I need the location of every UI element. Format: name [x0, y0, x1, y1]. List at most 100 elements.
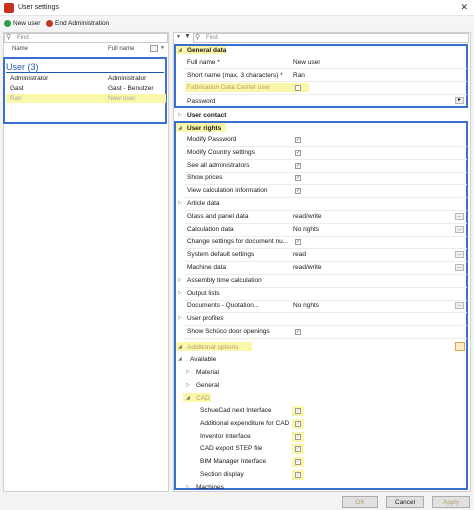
- fabrication-user-checkbox[interactable]: [295, 85, 301, 91]
- cad-option-checkbox[interactable]: ✓: [295, 446, 301, 453]
- right-label: See all administrators: [187, 161, 250, 169]
- apply-button[interactable]: Apply: [432, 496, 470, 508]
- right-checkbox[interactable]: ✓: [295, 329, 301, 335]
- collapse-icon[interactable]: ◢: [178, 356, 182, 362]
- cad-group[interactable]: CAD: [196, 395, 210, 402]
- expand-icon[interactable]: ▷: [178, 277, 182, 283]
- cad-option-checkbox[interactable]: ✓: [295, 459, 301, 466]
- row-divider: [185, 286, 467, 288]
- cancel-button[interactable]: Cancel: [386, 496, 424, 508]
- general-group[interactable]: General: [196, 382, 219, 389]
- edit-button[interactable]: …: [455, 251, 464, 259]
- right-label: Machine data: [187, 264, 227, 271]
- row-divider: [185, 210, 467, 211]
- collapse-icon[interactable]: ◢: [178, 47, 182, 53]
- right-label: Show prices: [187, 174, 223, 182]
- row-divider: [185, 197, 467, 199]
- chevron-down-icon[interactable]: ▼: [160, 45, 165, 51]
- add-user-icon: [4, 19, 11, 27]
- right-label[interactable]: Assembly time calculation: [187, 277, 291, 284]
- cad-option-checkbox[interactable]: ✓: [295, 408, 301, 414]
- cad-option-label: Inventor Interface: [200, 432, 251, 440]
- filter-icon[interactable]: ▼: [184, 33, 191, 40]
- general-data-header[interactable]: General data: [187, 47, 226, 54]
- expand-icon[interactable]: ▷: [178, 112, 182, 118]
- row-divider: [185, 248, 467, 250]
- edit-button[interactable]: …: [455, 212, 464, 220]
- right-label[interactable]: User profiles: [187, 315, 291, 322]
- expand-icon[interactable]: ▷: [186, 382, 190, 388]
- right-checkbox[interactable]: ✓: [295, 162, 301, 169]
- right-checkbox[interactable]: ✓: [295, 137, 301, 143]
- user-group-header[interactable]: User (3): [6, 62, 39, 72]
- additional-options-header[interactable]: Additional options: [187, 344, 238, 351]
- right-checkbox[interactable]: ✓: [295, 188, 301, 195]
- search-icon: ⚲: [195, 34, 201, 41]
- new-user-button[interactable]: New user: [4, 18, 40, 28]
- right-label: Calculation data: [187, 225, 234, 233]
- short-name-label: Short name (max. 3 characters) *: [187, 72, 283, 79]
- cad-option-checkbox[interactable]: ✓: [295, 420, 301, 427]
- user-row-name[interactable]: Administrator: [10, 75, 104, 82]
- expand-icon[interactable]: ▷: [178, 315, 182, 321]
- user-row-fullname[interactable]: New user: [108, 95, 166, 102]
- ok-button[interactable]: OK: [342, 496, 378, 508]
- column-chooser-icon[interactable]: [150, 45, 158, 52]
- password-edit-button[interactable]: ▸: [455, 97, 464, 104]
- right-checkbox[interactable]: ✓: [295, 175, 301, 182]
- settings-search-input[interactable]: Find: [193, 33, 469, 43]
- right-value[interactable]: No rights: [293, 302, 319, 309]
- row-divider: [185, 274, 467, 275]
- right-label: Documents - Quotation...: [187, 302, 260, 310]
- row-divider: [185, 235, 467, 237]
- collapse-icon[interactable]: ◢: [186, 395, 190, 401]
- title-bar: [0, 0, 474, 16]
- right-checkbox[interactable]: ✓: [295, 149, 301, 156]
- right-label: View calculation information: [187, 187, 268, 195]
- password-label: Password: [187, 98, 216, 105]
- expand-icon[interactable]: ▷: [178, 290, 182, 296]
- collapse-icon[interactable]: ◢: [178, 125, 182, 131]
- collapse-icon[interactable]: ◢: [178, 344, 182, 350]
- expand-icon[interactable]: ▷: [178, 200, 182, 206]
- cad-option-checkbox[interactable]: ✓: [295, 433, 301, 440]
- right-value[interactable]: read/write: [293, 213, 322, 220]
- right-value[interactable]: No rights: [293, 226, 319, 233]
- row-divider: [185, 68, 467, 69]
- edit-button[interactable]: …: [455, 225, 464, 233]
- right-checkbox[interactable]: ✓: [295, 239, 301, 246]
- user-search-input[interactable]: Find: [4, 33, 168, 43]
- close-icon[interactable]: ✕: [460, 2, 468, 13]
- end-administration-button[interactable]: End Administration: [46, 18, 109, 28]
- user-row-name[interactable]: Ran: [10, 95, 104, 102]
- right-label[interactable]: Output lists: [187, 290, 291, 297]
- user-contact-header[interactable]: User contact: [187, 112, 226, 119]
- row-divider: [185, 171, 467, 173]
- user-rights-header[interactable]: User rights: [187, 125, 221, 132]
- right-value[interactable]: read: [293, 251, 306, 258]
- expand-all-icon[interactable]: ▼: [176, 34, 181, 40]
- column-fullname-header[interactable]: Full name: [108, 46, 134, 52]
- short-name-field[interactable]: Ran: [293, 72, 305, 79]
- material-group[interactable]: Material: [196, 369, 219, 376]
- available-group[interactable]: Available: [190, 356, 216, 363]
- user-row-name[interactable]: Gast: [10, 85, 104, 92]
- edit-button[interactable]: …: [455, 302, 464, 310]
- app-icon: [4, 3, 14, 13]
- user-row-fullname[interactable]: Gast - Benutzer: [108, 85, 166, 92]
- refresh-icon[interactable]: [455, 342, 465, 351]
- cad-option-checkbox[interactable]: ✓: [295, 472, 301, 478]
- row-divider: [185, 94, 467, 95]
- expand-icon[interactable]: ▷: [186, 484, 190, 490]
- expand-icon[interactable]: ▷: [186, 369, 190, 375]
- column-name-header[interactable]: Name: [12, 46, 28, 52]
- edit-button[interactable]: …: [455, 264, 464, 271]
- right-value[interactable]: read/write: [293, 264, 322, 271]
- right-label[interactable]: Article data: [187, 200, 291, 207]
- machines-group[interactable]: Machines: [196, 484, 224, 489]
- exit-admin-icon: [46, 19, 53, 27]
- user-row-fullname[interactable]: Administrator: [108, 75, 166, 82]
- cad-option-label: BIM Manager Interface: [200, 458, 267, 466]
- right-label: Change settings for document nu...: [187, 238, 289, 246]
- full-name-field[interactable]: New user: [293, 59, 320, 66]
